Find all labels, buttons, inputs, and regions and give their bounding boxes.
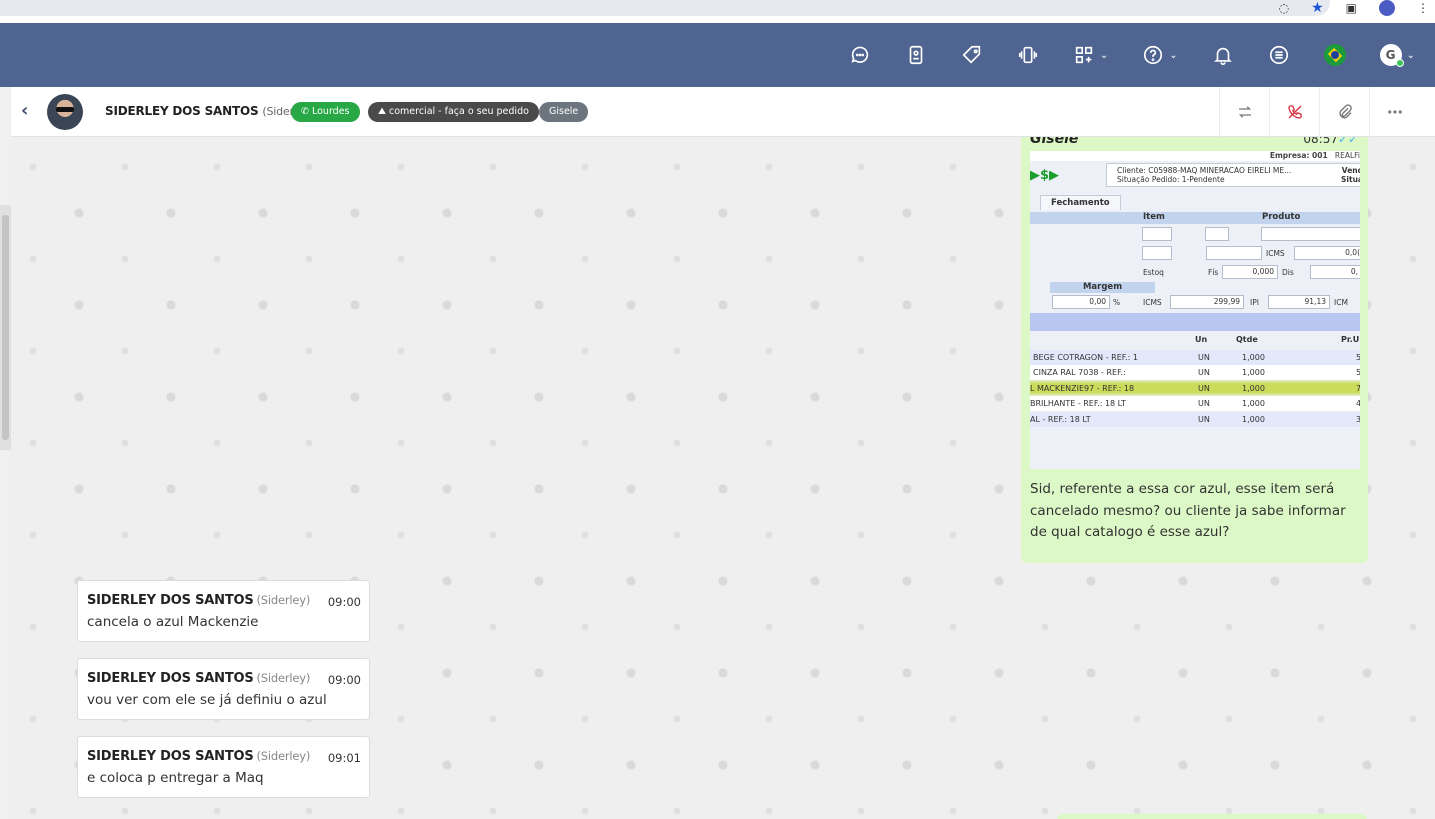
scrollbar[interactable]: [0, 205, 11, 450]
apps-grid-icon[interactable]: ⌄: [1073, 40, 1108, 70]
erp-lbl-estoq: Estoq: [1143, 268, 1164, 277]
erp-lbl-ipi: IPI: [1250, 298, 1259, 307]
back-arrow-icon[interactable]: ‹: [21, 100, 28, 121]
chat-header: ‹ SIDERLEY DOS SANTOS (Siderley) ✆ Lourd…: [11, 87, 1435, 137]
erp-cliente: Cliente: C05988-MAQ MINERACAO EIRELI ME.…: [1117, 166, 1292, 175]
erp-pct: %: [1113, 298, 1121, 307]
online-status-dot: [1395, 59, 1404, 67]
incoming-message[interactable]: SIDERLEY DOS SANTOS (Siderley) 09:00 vou …: [77, 658, 370, 720]
window-icon[interactable]: ▣: [1346, 1, 1357, 15]
erp-lbl-dis: Dis: [1282, 268, 1294, 277]
chat-bubble-icon[interactable]: [849, 40, 871, 70]
incoming-message[interactable]: SIDERLEY DOS SANTOS (Siderley) 09:01 e co…: [77, 736, 370, 798]
erp-col-produto: Produto: [1262, 212, 1301, 222]
erp-blue-bar: [1030, 313, 1360, 331]
attach-icon[interactable]: [1319, 87, 1369, 137]
help-icon[interactable]: ⌄: [1142, 40, 1178, 70]
table-row: BEGE COTRAGON - REF.: 1 UN 1,000 5: [1030, 350, 1360, 365]
list-icon[interactable]: [1268, 40, 1290, 70]
erp-field-b: [1206, 246, 1262, 260]
chat-actions: [1219, 87, 1419, 137]
erp-field-item: [1142, 227, 1172, 241]
contact-avatar[interactable]: [47, 94, 83, 130]
erp-lbl-fis: Fís: [1208, 268, 1219, 277]
message-sender: SIDERLEY DOS SANTOS (Siderley): [87, 671, 311, 686]
top-header: ⌄ ⌄ G ⌄: [0, 23, 1435, 87]
message-text: cancela o azul Mackenzie: [87, 614, 259, 630]
end-call-icon[interactable]: [1269, 87, 1319, 137]
tag-queue[interactable]: ⛰ comercial - faça o seu pedido: [368, 102, 539, 122]
brazil-flag-icon[interactable]: [1323, 40, 1346, 70]
table-row: L MACKENZIE97 - REF.: 18 UN 1,000 7: [1030, 384, 1360, 393]
contact-card-icon[interactable]: [905, 40, 927, 70]
erp-field-a: [1142, 246, 1172, 260]
browser-profile-icon[interactable]: [1379, 0, 1395, 16]
message-text: e coloca p entregar a Maq: [87, 770, 264, 786]
erp-situacao: Situação Pedido: 1-Pendente: [1117, 175, 1225, 184]
erp-val-icms: 0,0(: [1294, 246, 1360, 260]
tag-assignee[interactable]: Gisele: [539, 102, 589, 122]
chat-messages[interactable]: Gisele 08:57 ✓✓ Empresa: 001 REALFi ▶$▶ …: [11, 137, 1435, 819]
chevron-down-icon[interactable]: ⌄: [1100, 50, 1108, 61]
tag-icon[interactable]: [961, 40, 983, 70]
bell-icon[interactable]: [1212, 40, 1234, 70]
message-image-erp-screenshot[interactable]: Empresa: 001 REALFi ▶$▶ Cliente: C05988-…: [1030, 151, 1360, 469]
incoming-message[interactable]: SIDERLEY DOS SANTOS (Siderley) 09:00 canc…: [77, 580, 370, 642]
transfer-icon[interactable]: [1219, 87, 1269, 137]
erp-val-fis: 0,000: [1222, 265, 1278, 279]
erp-val-dis: 0,: [1310, 265, 1360, 279]
tag-agent-whatsapp[interactable]: ✆ Lourdes: [291, 102, 360, 122]
erp-lbl-icms2: ICMS: [1143, 298, 1162, 307]
message-sender: SIDERLEY DOS SANTOS (Siderley): [87, 749, 311, 764]
erp-hdr-qtde: Qtde: [1236, 335, 1258, 344]
erp-lbl-icms: ICMS: [1266, 249, 1285, 258]
erp-client-box: Cliente: C05988-MAQ MINERACAO EIRELI ME.…: [1106, 163, 1360, 187]
contact-name-text: SIDERLEY DOS SANTOS: [105, 104, 259, 118]
erp-situa: Situa: [1341, 175, 1360, 184]
browser-menu-icon[interactable]: ⋮: [1417, 1, 1429, 15]
header-icons: ⌄ ⌄ G ⌄: [815, 23, 1415, 87]
table-row: CINZA RAL 7038 - REF.: UN 1,000 5: [1030, 365, 1360, 380]
erp-hdr-pru: Pr.U: [1341, 335, 1360, 344]
message-time: 09:00: [327, 595, 361, 609]
bookmark-star-icon[interactable]: ★: [1311, 0, 1324, 16]
message-time: 09:01: [327, 751, 361, 765]
vibrate-phone-icon[interactable]: [1017, 40, 1039, 70]
erp-vend: Vend: [1341, 166, 1360, 175]
contact-name: SIDERLEY DOS SANTOS (Siderley): [105, 104, 314, 118]
message-sender: Gisele: [1030, 137, 1079, 147]
double-check-icon: ✓✓: [1337, 137, 1358, 146]
more-icon[interactable]: [1369, 87, 1419, 137]
user-avatar-icon[interactable]: G ⌄: [1379, 40, 1415, 70]
erp-val-icms2: 299,99: [1170, 295, 1244, 309]
message-sender: SIDERLEY DOS SANTOS (Siderley): [87, 593, 311, 608]
address-bar[interactable]: [0, 0, 1330, 16]
erp-col-item: Item: [1143, 212, 1165, 222]
message-text: Sid, referente a essa cor azul, esse ite…: [1030, 481, 1346, 540]
erp-margem: Margem: [1050, 282, 1155, 293]
chevron-down-icon[interactable]: ⌄: [1407, 50, 1415, 61]
message-text: vou ver com ele se já definiu o azul: [87, 692, 327, 708]
message-time: 08:57: [1303, 137, 1338, 146]
browser-icons: ◌ ★ ▣ ⋮: [1279, 0, 1435, 16]
message-time: 09:00: [327, 673, 361, 687]
erp-tab-fechamento: Fechamento: [1040, 195, 1121, 210]
erp-header-row: Item Produto: [1030, 212, 1360, 224]
table-row: AL - REF.: 18 LT UN 1,000 3: [1030, 412, 1360, 427]
erp-column-headers: Un Qtde Pr.U: [1030, 335, 1360, 347]
erp-margem-val: 0,00: [1052, 295, 1110, 309]
erp-hdr-un: Un: [1195, 335, 1208, 344]
erp-field-produto: [1261, 227, 1360, 241]
eye-off-icon[interactable]: ◌: [1279, 1, 1289, 15]
erp-field-btn: [1205, 227, 1229, 241]
browser-toolbar: ◌ ★ ▣ ⋮: [0, 0, 1435, 23]
erp-arrows-icon: ▶$▶: [1030, 168, 1060, 183]
erp-val-ipi: 91,13: [1268, 295, 1330, 309]
table-row: BRILHANTE - REF.: 18 LT UN 1,000 4: [1030, 396, 1360, 411]
erp-empresa: Empresa: 001 REALFi: [1269, 151, 1360, 160]
outgoing-message-partial[interactable]: [1057, 814, 1367, 819]
outgoing-message[interactable]: Gisele 08:57 ✓✓ Empresa: 001 REALFi ▶$▶ …: [1021, 137, 1368, 563]
erp-lbl-icm: ICM: [1334, 298, 1348, 307]
chevron-down-icon[interactable]: ⌄: [1169, 50, 1177, 61]
